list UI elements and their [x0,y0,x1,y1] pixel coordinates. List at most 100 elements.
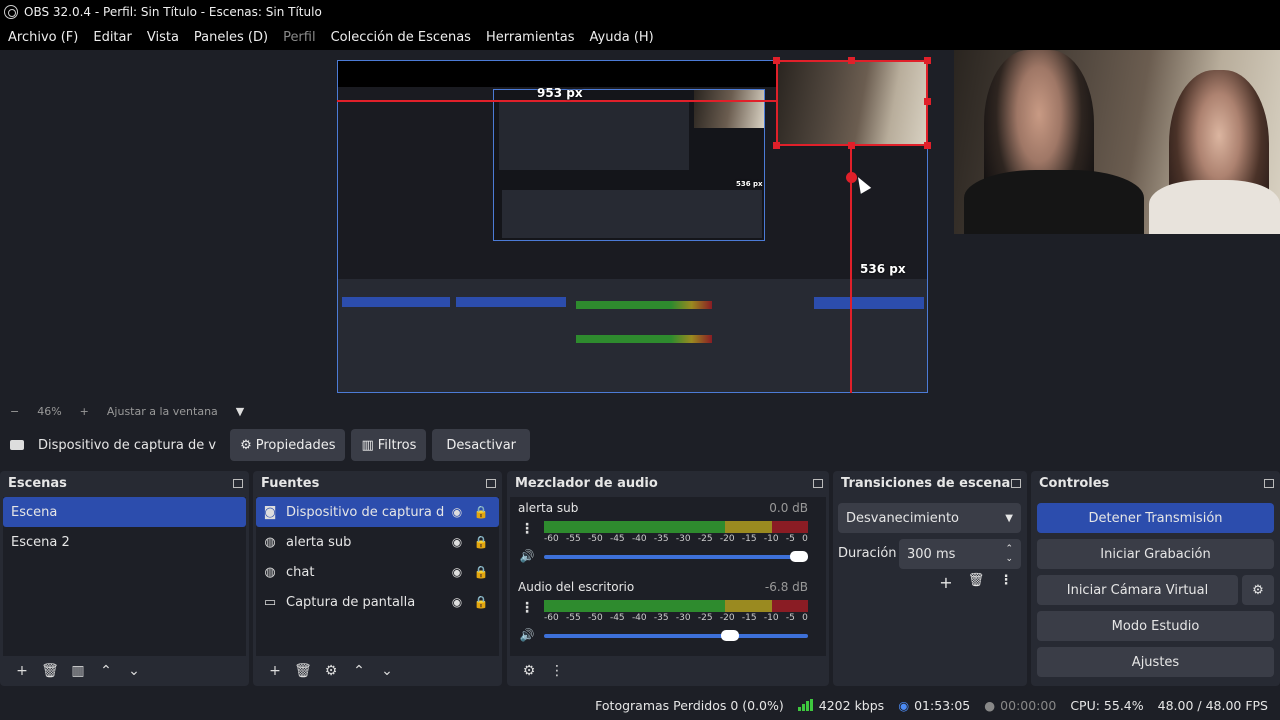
deactivate-label: Desactivar [446,437,517,453]
broadcast-icon: ◉ [898,697,910,713]
scale-tick: -40 [631,534,647,544]
volume-slider[interactable] [544,551,808,562]
properties-label: Propiedades [255,437,336,453]
trash-icon[interactable]: 🗑 [289,663,317,679]
eye-icon[interactable]: ◉ [445,505,469,519]
lock-icon[interactable]: 🔒 [469,565,493,579]
scale-tick: -60 [544,613,559,623]
source-item[interactable]: ◍ chat ◉ 🔒 [256,557,499,587]
menu-herramientas[interactable]: Herramientas [486,30,575,45]
add-icon[interactable]: + [8,663,36,679]
deactivate-button[interactable]: Desactivar [432,429,531,461]
add-icon[interactable]: + [261,663,289,679]
scale-tick: -5 [785,613,795,623]
selection-box[interactable] [776,60,928,146]
studio-mode-button[interactable]: Modo Estudio [1037,611,1274,641]
properties-button[interactable]: ⚙ Propiedades [230,429,346,461]
undock-icon[interactable] [233,478,243,488]
volume-knob[interactable] [721,630,740,641]
sources-list: ◙ Dispositivo de captura de v ◉ 🔒 ◍ aler… [256,497,499,656]
source-item[interactable]: ▭ Captura de pantalla ◉ 🔒 [256,587,499,617]
nested-preview: 536 px [493,89,765,241]
trash-icon[interactable]: 🗑 [36,663,64,679]
volume-icon[interactable]: 🔊 [518,628,536,642]
undock-icon[interactable] [1011,478,1021,488]
resize-handle[interactable] [924,142,931,149]
chevron-down-icon[interactable]: ⌄ [373,663,401,679]
menu-editar[interactable]: Editar [93,30,132,45]
eye-icon[interactable]: ◉ [445,595,469,609]
filter-icon[interactable]: ▥ [64,663,92,679]
chevron-up-icon[interactable]: ⌃ [92,663,120,679]
menu-paneles[interactable]: Paneles (D) [194,30,268,45]
scenes-list: Escena Escena 2 [3,497,246,656]
volume-slider[interactable] [544,630,808,641]
more-options-icon[interactable]: ⋮ [518,521,536,537]
advanced-audio-gear-icon[interactable]: ⚙ [515,663,543,679]
transition-type-select[interactable]: Desvanecimiento ▼ [838,503,1021,533]
scale-tick: -15 [741,613,757,623]
menu-archivo[interactable]: Archivo (F) [8,30,78,45]
more-options-icon[interactable]: ⋮ [991,573,1021,592]
scene-item[interactable]: Escena [3,497,246,527]
virtual-camera-settings-button[interactable]: ⚙ [1242,575,1274,605]
resize-handle[interactable] [924,98,931,105]
spin-arrows-icon[interactable]: ⌃ ⌄ [1005,544,1013,564]
lock-icon[interactable]: 🔒 [469,535,493,549]
mixer-channel: Audio del escritorio -6.8 dB ⋮ -60 -55 -50-… [518,578,808,652]
duration-spinbox[interactable]: 300 ms ⌃ ⌄ [899,539,1021,569]
chevron-up-icon[interactable]: ⌃ [345,663,373,679]
zoom-in-button[interactable]: + [80,405,89,418]
scale-tick: -45 [609,613,625,623]
start-recording-button[interactable]: Iniciar Grabación [1037,539,1274,569]
scale-tick: -15 [741,534,757,544]
lock-icon[interactable]: 🔒 [469,505,493,519]
source-item[interactable]: ◍ alerta sub ◉ 🔒 [256,527,499,557]
stop-stream-button[interactable]: Detener Transmisión [1037,503,1274,533]
undock-icon[interactable] [1264,478,1274,488]
audio-meter [544,521,808,533]
virtual-camera-button[interactable]: Iniciar Cámara Virtual [1037,575,1238,605]
chevron-down-icon[interactable]: ⌄ [120,663,148,679]
channel-name: Audio del escritorio [518,580,635,594]
more-options-icon[interactable]: ⋮ [518,600,536,616]
resize-handle[interactable] [848,57,855,64]
undock-icon[interactable] [486,478,496,488]
scenes-title: Escenas [8,475,67,491]
more-options-icon[interactable]: ⋮ [543,663,571,679]
undock-icon[interactable] [813,478,823,488]
fit-to-window-label[interactable]: Ajustar a la ventana [107,405,218,418]
lock-icon[interactable]: 🔒 [469,595,493,609]
sources-title: Fuentes [261,475,320,491]
filter-icon: ▥ [361,437,374,453]
eye-icon[interactable]: ◉ [445,565,469,579]
resize-handle[interactable] [924,57,931,64]
volume-icon[interactable]: 🔊 [518,549,536,563]
nested-measure-label: 536 px [736,180,763,188]
preview-area[interactable]: 536 px 953 px 536 px [0,50,1280,402]
scale-tick: -30 [675,534,691,544]
filters-button[interactable]: ▥ Filtros [351,429,427,461]
source-name: chat [286,564,315,580]
gear-icon[interactable]: ⚙ [317,663,345,679]
add-icon[interactable]: + [931,573,961,592]
menu-vista[interactable]: Vista [147,30,179,45]
source-name: Dispositivo de captura de v [286,504,445,520]
settings-button[interactable]: Ajustes [1037,647,1274,677]
menu-ayuda[interactable]: Ayuda (H) [590,30,654,45]
source-item[interactable]: ◙ Dispositivo de captura de v ◉ 🔒 [256,497,499,527]
resize-handle[interactable] [848,142,855,149]
meter-scale: -60 -55 -50 -45 -40 -35 -30 -25 -20 -15 -10 -5 0 [544,613,808,623]
zoom-dropdown-icon[interactable]: ▼ [236,405,244,418]
trash-icon[interactable]: 🗑 [961,573,991,592]
menu-coleccion-escenas[interactable]: Colección de Escenas [331,30,471,45]
eye-icon[interactable]: ◉ [445,535,469,549]
resize-handle[interactable] [773,57,780,64]
volume-knob[interactable] [790,551,808,562]
mixer-channel: alerta sub 0.0 dB ⋮ -60 -55 -50 -45 -40 -35 -30… [518,499,808,573]
monitor-icon: ▭ [263,594,277,610]
scene-item[interactable]: Escena 2 [3,527,246,557]
zoom-out-button[interactable]: − [10,405,19,418]
scale-tick: -5 [785,534,795,544]
resize-handle[interactable] [773,142,780,149]
